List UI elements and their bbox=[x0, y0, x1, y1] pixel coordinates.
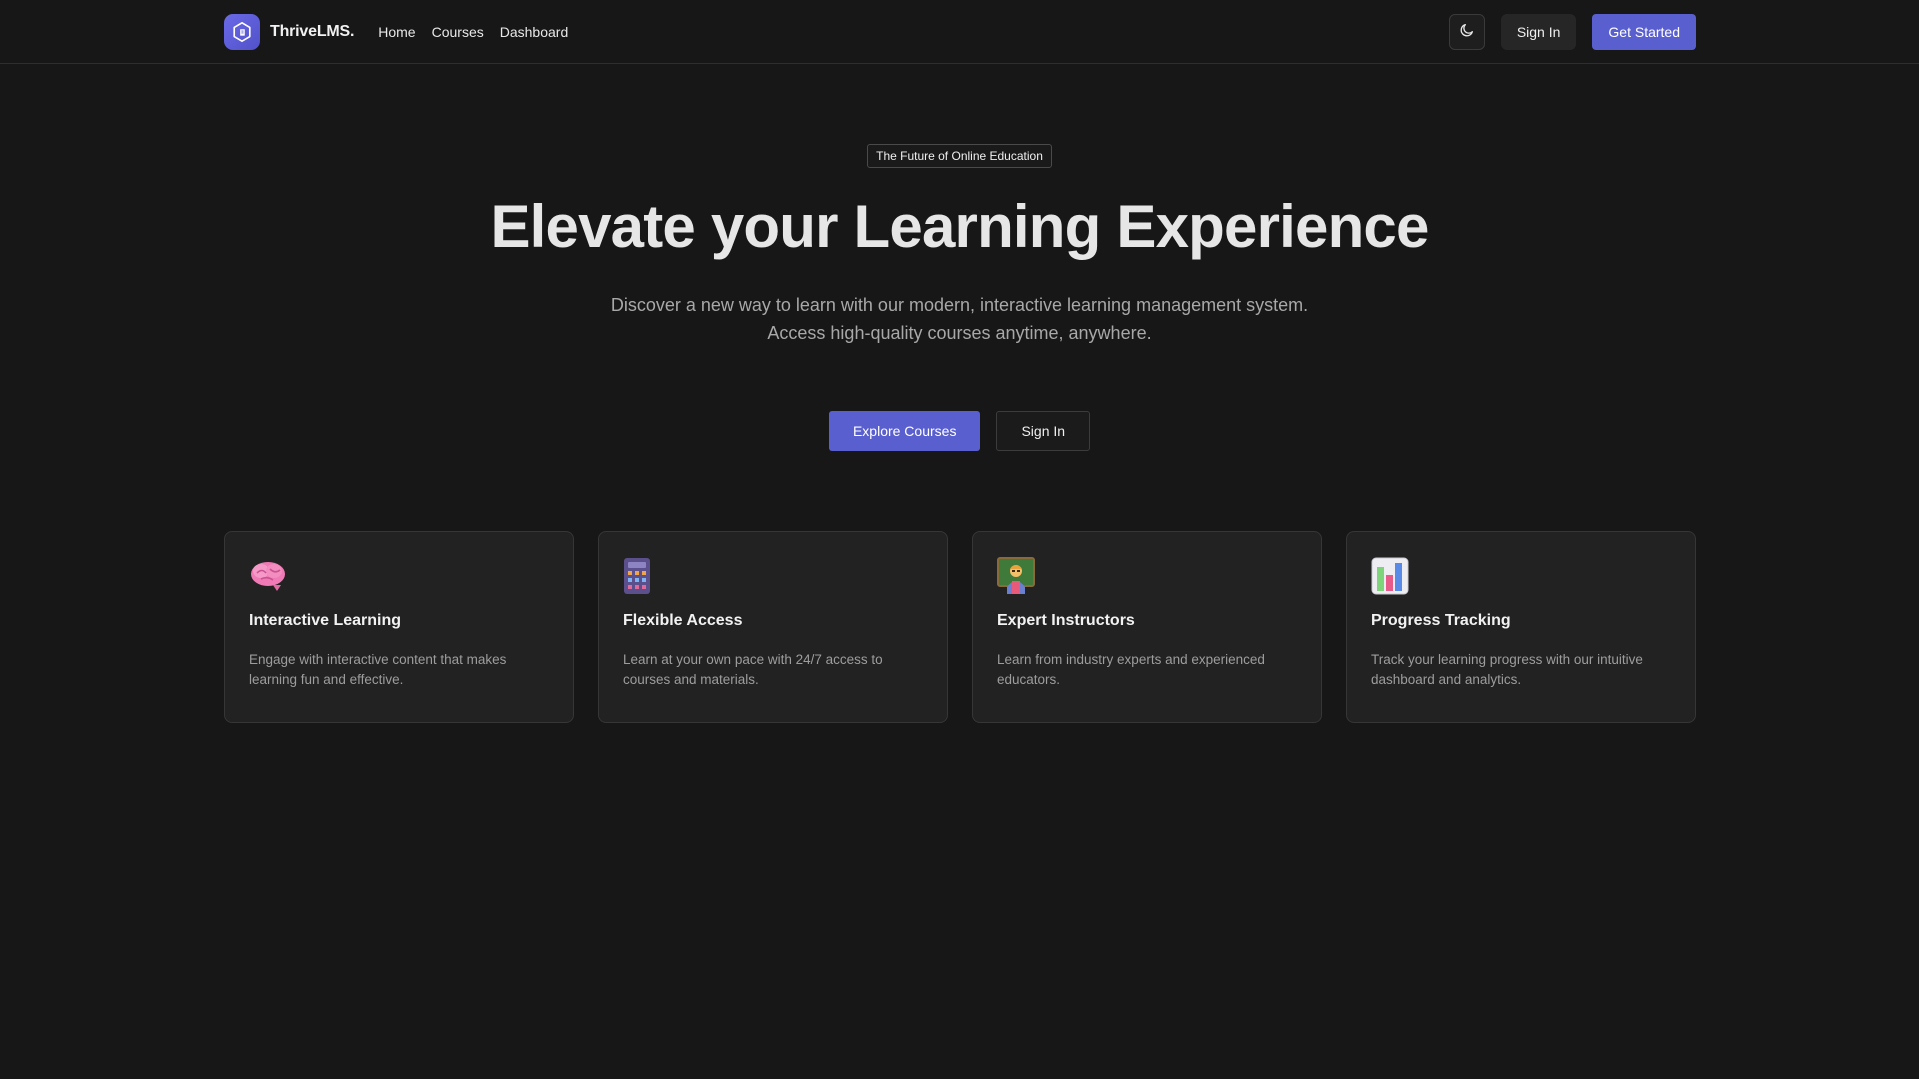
nav-link-dashboard[interactable]: Dashboard bbox=[500, 24, 569, 40]
feature-card-flexible-access: Flexible Access Learn at your own pace w… bbox=[598, 531, 948, 723]
teacher-icon bbox=[997, 556, 1037, 596]
hero-badge: The Future of Online Education bbox=[867, 144, 1052, 168]
hero-title: Elevate your Learning Experience bbox=[490, 193, 1429, 260]
hero-subtitle: Discover a new way to learn with our mod… bbox=[0, 291, 1919, 347]
feature-title: Interactive Learning bbox=[249, 612, 402, 629]
feature-title: Progress Tracking bbox=[1371, 612, 1511, 629]
navbar-inner: ThriveLMS. Home Courses Dashboard Sign I… bbox=[224, 0, 1696, 64]
hero-actions: Explore Courses Sign In bbox=[0, 411, 1919, 451]
features-grid: Interactive Learning Engage with interac… bbox=[224, 531, 1696, 723]
brand[interactable]: ThriveLMS. bbox=[224, 14, 354, 50]
feature-title: Flexible Access bbox=[623, 612, 743, 629]
moon-icon bbox=[1459, 22, 1475, 43]
brain-icon bbox=[249, 556, 289, 596]
hero-section: The Future of Online Education Elevate y… bbox=[0, 144, 1919, 347]
brand-name: ThriveLMS. bbox=[270, 23, 355, 40]
hero-subtitle-line-2: Access high-quality courses anytime, any… bbox=[767, 323, 1152, 343]
bar-chart-icon bbox=[1371, 556, 1411, 596]
nav-link-courses[interactable]: Courses bbox=[432, 24, 484, 40]
nav-link-home[interactable]: Home bbox=[378, 24, 415, 40]
feature-card-progress-tracking: Progress Tracking Track your learning pr… bbox=[1346, 531, 1696, 723]
feature-description: Learn at your own pace with 24/7 access … bbox=[623, 652, 883, 687]
feature-title: Expert Instructors bbox=[997, 612, 1135, 629]
calculator-icon bbox=[623, 556, 663, 596]
book-hexagon-icon bbox=[224, 14, 260, 50]
feature-card-interactive-learning: Interactive Learning Engage with interac… bbox=[224, 531, 574, 723]
signin-button[interactable]: Sign In bbox=[1500, 14, 1577, 50]
feature-description: Track your learning progress with our in… bbox=[1371, 652, 1643, 687]
feature-description: Engage with interactive content that mak… bbox=[249, 652, 507, 687]
get-started-button[interactable]: Get Started bbox=[1592, 14, 1696, 50]
hero-subtitle-line-1: Discover a new way to learn with our mod… bbox=[610, 295, 1309, 315]
feature-card-expert-instructors: Expert Instructors Learn from industry e… bbox=[972, 531, 1322, 723]
top-navbar: ThriveLMS. Home Courses Dashboard Sign I… bbox=[0, 0, 1919, 64]
hero-signin-button[interactable]: Sign In bbox=[996, 411, 1091, 451]
nav-actions: Sign In Get Started bbox=[1448, 14, 1696, 50]
theme-toggle-button[interactable] bbox=[1448, 14, 1485, 50]
feature-description: Learn from industry experts and experien… bbox=[997, 652, 1265, 687]
explore-courses-button[interactable]: Explore Courses bbox=[828, 411, 981, 451]
nav-links: Home Courses Dashboard bbox=[378, 24, 584, 40]
